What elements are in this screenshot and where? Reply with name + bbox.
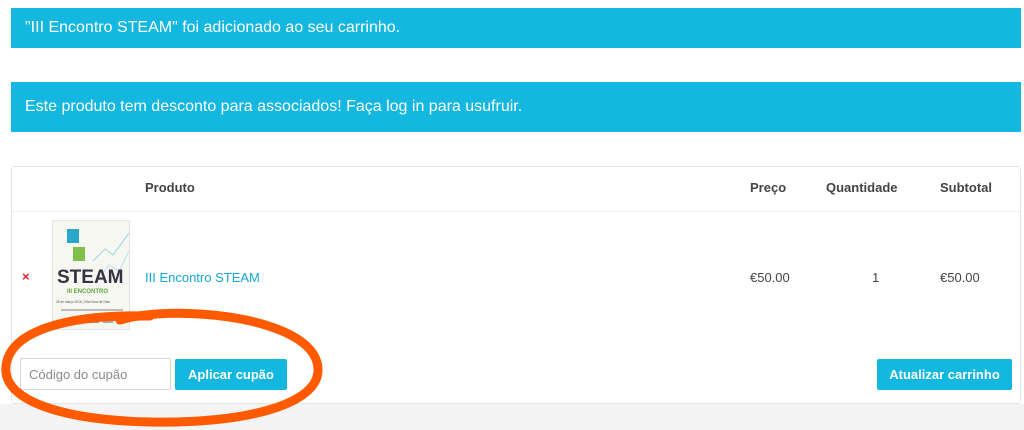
header-quantity: Quantidade bbox=[826, 180, 898, 195]
poster-subtitle: III ENCONTRO bbox=[67, 289, 108, 295]
member-discount-notice-text: Este produto tem desconto para associado… bbox=[25, 98, 523, 115]
remove-item-icon[interactable]: × bbox=[22, 269, 30, 284]
cart-added-notice: "III Encontro STEAM" foi adicionado ao s… bbox=[11, 8, 1021, 48]
poster-title: STEAM bbox=[57, 267, 124, 288]
product-price: €50.00 bbox=[750, 270, 790, 285]
apply-coupon-button[interactable]: Aplicar cupão bbox=[175, 359, 287, 390]
product-subtotal: €50.00 bbox=[940, 270, 980, 285]
header-subtotal: Subtotal bbox=[940, 180, 992, 195]
update-cart-button[interactable]: Atualizar carrinho bbox=[877, 359, 1012, 390]
product-poster-image: STEAM III ENCONTRO 25 de março 2016 | Vi… bbox=[53, 221, 129, 329]
header-divider bbox=[12, 211, 1020, 212]
product-quantity[interactable]: 1 bbox=[872, 270, 879, 285]
member-discount-notice: Este produto tem desconto para associado… bbox=[11, 82, 1021, 132]
poster-date: 25 de março 2016 | Vila Nova de Gaia bbox=[56, 300, 110, 304]
cart-table: Produto Preço Quantidade Subtotal × STEA… bbox=[11, 166, 1021, 404]
header-price: Preço bbox=[750, 180, 787, 195]
cart-added-notice-text: "III Encontro STEAM" foi adicionado ao s… bbox=[25, 19, 401, 36]
product-thumbnail[interactable]: STEAM III ENCONTRO 25 de março 2016 | Vi… bbox=[52, 220, 130, 330]
header-product: Produto bbox=[145, 180, 195, 195]
product-name-link[interactable]: III Encontro STEAM bbox=[145, 270, 260, 285]
coupon-code-input[interactable] bbox=[20, 358, 171, 390]
page-footer-strip bbox=[0, 404, 1024, 430]
